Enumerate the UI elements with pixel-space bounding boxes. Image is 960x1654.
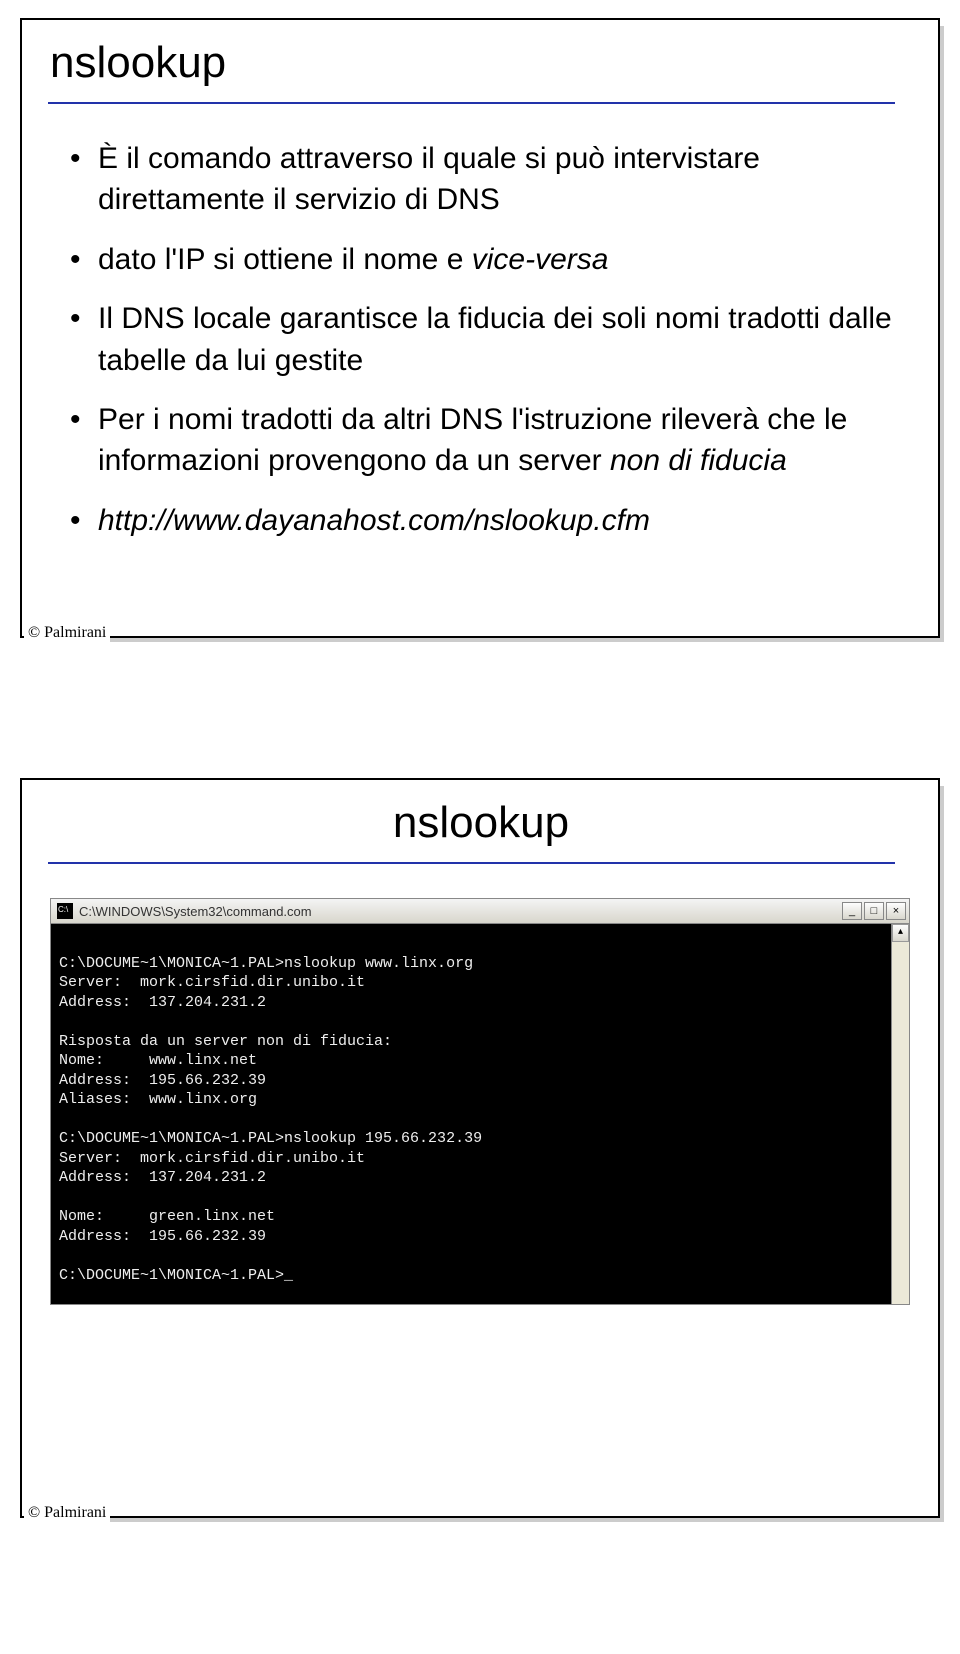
bullet-item: Per i nomi tradotti da altri DNS l'istru… (70, 399, 912, 482)
terminal-output: C:\DOCUME~1\MONICA~1.PAL>nslookup www.li… (51, 924, 891, 1304)
bullet-text: dato l'IP si ottiene il nome e (98, 243, 472, 276)
bullet-item: dato l'IP si ottiene il nome e vice-vers… (70, 239, 912, 280)
bullet-emph: vice-versa (472, 243, 609, 276)
terminal-window-title: C:\WINDOWS\System32\command.com (79, 904, 312, 919)
bullet-item: È il comando attraverso il quale si può … (70, 138, 912, 221)
slide-nslookup-terminal: nslookup C:\WINDOWS\System32\command.com… (20, 760, 940, 1620)
scroll-up-icon[interactable]: ▴ (892, 924, 909, 942)
bullet-emph: non di fiducia (610, 444, 787, 477)
maximize-button[interactable]: □ (864, 902, 884, 920)
slide-nslookup-text: nslookup È il comando attraverso il qual… (20, 0, 940, 760)
terminal-scrollbar[interactable]: ▴ (891, 924, 909, 1304)
bullet-text: Il DNS locale garantisce la fiducia dei … (98, 302, 892, 376)
terminal-titlebar: C:\WINDOWS\System32\command.com _ □ × (50, 898, 910, 924)
copyright-label: © Palmirani (24, 1504, 110, 1522)
slide-title: nslookup (50, 798, 912, 848)
close-button[interactable]: × (886, 902, 906, 920)
bullet-link: http://www.dayanahost.com/nslookup.cfm (98, 504, 650, 537)
window-buttons: _ □ × (842, 902, 906, 920)
bullet-item: http://www.dayanahost.com/nslookup.cfm (70, 500, 912, 541)
copyright-label: © Palmirani (24, 624, 110, 642)
bullet-text: È il comando attraverso il quale si può … (98, 142, 760, 216)
terminal-body-wrap: C:\DOCUME~1\MONICA~1.PAL>nslookup www.li… (50, 924, 910, 1305)
bullet-list: È il comando attraverso il quale si può … (48, 138, 912, 541)
title-underline (48, 862, 895, 864)
slide-title: nslookup (50, 38, 912, 88)
cmd-icon (57, 903, 73, 919)
title-underline (48, 102, 895, 104)
slide-frame: nslookup C:\WINDOWS\System32\command.com… (20, 778, 940, 1518)
slide-frame: nslookup È il comando attraverso il qual… (20, 18, 940, 638)
bullet-item: Il DNS locale garantisce la fiducia dei … (70, 298, 912, 381)
minimize-button[interactable]: _ (842, 902, 862, 920)
terminal-screenshot: C:\WINDOWS\System32\command.com _ □ × C:… (50, 898, 910, 1305)
